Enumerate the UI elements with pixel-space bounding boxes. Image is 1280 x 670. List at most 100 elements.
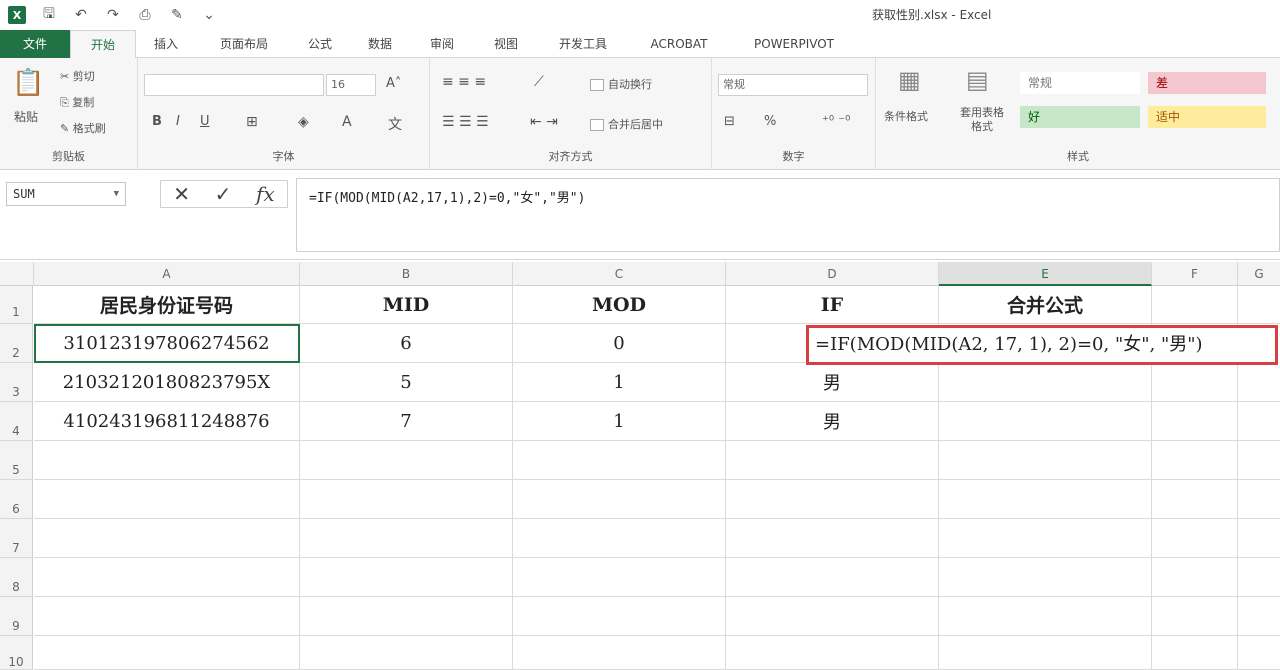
cell-a1[interactable]: 居民身份证号码 — [34, 286, 300, 324]
tab-review[interactable]: 审阅 — [420, 30, 464, 58]
cell-b5[interactable] — [300, 441, 513, 480]
style-bad[interactable]: 差 — [1148, 72, 1266, 94]
cell-g10[interactable] — [1238, 636, 1280, 670]
table-format-icon[interactable]: ▤ — [966, 66, 989, 94]
conditional-format-icon[interactable]: ▦ — [898, 66, 921, 94]
cell-d4[interactable]: 男 — [726, 402, 939, 441]
tab-page-layout[interactable]: 页面布局 — [206, 30, 282, 58]
cell-d7[interactable] — [726, 519, 939, 558]
cell-c8[interactable] — [513, 558, 726, 597]
cell-e1[interactable]: 合并公式 — [939, 286, 1152, 324]
cell-d10[interactable] — [726, 636, 939, 670]
style-good[interactable]: 好 — [1020, 106, 1140, 128]
row-header-3[interactable]: 3 — [0, 363, 33, 402]
format-painter-button[interactable]: ✎ 格式刷 — [60, 120, 106, 136]
cell-e9[interactable] — [939, 597, 1152, 636]
cell-a8[interactable] — [34, 558, 300, 597]
cell-b9[interactable] — [300, 597, 513, 636]
font-color-icon[interactable]: A — [342, 114, 352, 130]
cell-b4[interactable]: 7 — [300, 402, 513, 441]
cell-a7[interactable] — [34, 519, 300, 558]
column-header-d[interactable]: D — [726, 262, 939, 286]
chevron-down-icon[interactable]: ▼ — [114, 183, 119, 205]
tab-powerpivot[interactable]: POWERPIVOT — [738, 30, 850, 58]
cell-c5[interactable] — [513, 441, 726, 480]
wrap-text-button[interactable]: 自动换行 — [590, 76, 652, 92]
cell-c2[interactable]: 0 — [513, 324, 726, 363]
number-format-select[interactable]: 常规 — [718, 74, 868, 96]
cell-b1[interactable]: MID — [300, 286, 513, 324]
style-normal[interactable]: 常规 — [1020, 72, 1140, 94]
cell-c9[interactable] — [513, 597, 726, 636]
column-header-f[interactable]: F — [1152, 262, 1238, 286]
paste-icon[interactable]: 📋 — [12, 68, 44, 98]
tab-developer[interactable]: 开发工具 — [546, 30, 620, 58]
cell-g3[interactable] — [1238, 363, 1280, 402]
cell-a4[interactable]: 410243196811248876 — [34, 402, 300, 441]
row-header-10[interactable]: 10 — [0, 636, 33, 670]
cell-d1[interactable]: IF — [726, 286, 939, 324]
grow-font-icon[interactable]: A˄ — [386, 76, 401, 91]
cell-f8[interactable] — [1152, 558, 1238, 597]
cell-g8[interactable] — [1238, 558, 1280, 597]
cell-f10[interactable] — [1152, 636, 1238, 670]
underline-button[interactable]: U — [200, 114, 210, 129]
redo-icon[interactable]: ↷ — [104, 7, 122, 23]
cell-a5[interactable] — [34, 441, 300, 480]
fill-color-icon[interactable]: ◈ — [298, 114, 309, 130]
cell-f9[interactable] — [1152, 597, 1238, 636]
copy-button[interactable]: ⎘ 复制 — [60, 94, 94, 110]
cell-f3[interactable] — [1152, 363, 1238, 402]
cell-g5[interactable] — [1238, 441, 1280, 480]
tab-acrobat[interactable]: ACROBAT — [638, 30, 720, 58]
cell-d9[interactable] — [726, 597, 939, 636]
cell-g9[interactable] — [1238, 597, 1280, 636]
indent-icon[interactable]: ⇤ ⇥ — [530, 114, 558, 130]
formula-input[interactable]: =IF(MOD(MID(A2,17,1),2)=0,"女","男") — [296, 178, 1280, 252]
tab-home[interactable]: 开始 — [70, 30, 136, 59]
row-header-4[interactable]: 4 — [0, 402, 33, 441]
cell-e7[interactable] — [939, 519, 1152, 558]
align-top-icon[interactable]: ≡ ≡ ≡ — [442, 74, 486, 90]
align-left-icon[interactable]: ☰ ☰ ☰ — [442, 114, 489, 130]
cell-b3[interactable]: 5 — [300, 363, 513, 402]
tab-formulas[interactable]: 公式 — [298, 30, 342, 58]
border-icon[interactable]: ⊞ — [246, 114, 258, 130]
cell-d8[interactable] — [726, 558, 939, 597]
cell-b6[interactable] — [300, 480, 513, 519]
cell-f7[interactable] — [1152, 519, 1238, 558]
print-preview-icon[interactable]: ⎙ — [136, 7, 154, 23]
cell-c7[interactable] — [513, 519, 726, 558]
italic-button[interactable]: I — [176, 114, 180, 129]
row-header-8[interactable]: 8 — [0, 558, 33, 597]
row-header-7[interactable]: 7 — [0, 519, 33, 558]
bold-button[interactable]: B — [152, 114, 162, 129]
cell-b7[interactable] — [300, 519, 513, 558]
font-name-input[interactable] — [144, 74, 324, 96]
orientation-icon[interactable]: ⟋ — [534, 74, 544, 90]
tab-view[interactable]: 视图 — [484, 30, 528, 58]
cell-a9[interactable] — [34, 597, 300, 636]
cell-e6[interactable] — [939, 480, 1152, 519]
column-header-b[interactable]: B — [300, 262, 513, 286]
cell-d3[interactable]: 男 — [726, 363, 939, 402]
spelling-icon[interactable]: ✎ — [168, 7, 186, 23]
paste-button[interactable]: 粘贴 — [14, 108, 38, 125]
phonetic-icon[interactable]: 文 — [388, 114, 402, 134]
cell-c10[interactable] — [513, 636, 726, 670]
cell-f1[interactable] — [1152, 286, 1238, 324]
merge-center-button[interactable]: 合并后居中 — [590, 116, 663, 132]
cell-d5[interactable] — [726, 441, 939, 480]
name-box[interactable]: SUM ▼ — [6, 182, 126, 206]
decimal-icon[interactable]: ⁺⁰ ⁻⁰ — [822, 114, 850, 129]
accounting-icon[interactable]: ⊟ — [724, 114, 735, 129]
table-format-button[interactable]: 套用表格格式 — [958, 106, 1006, 134]
cell-g6[interactable] — [1238, 480, 1280, 519]
style-neutral[interactable]: 适中 — [1148, 106, 1266, 128]
cell-e5[interactable] — [939, 441, 1152, 480]
row-header-5[interactable]: 5 — [0, 441, 33, 480]
cell-d2-edit-formula[interactable]: =IF(MOD(MID(A2, 17, 1), 2)=0, "女", "男") — [806, 325, 1278, 365]
percent-button[interactable]: % — [764, 114, 776, 129]
conditional-format-button[interactable]: 条件格式 — [884, 108, 928, 124]
cell-g4[interactable] — [1238, 402, 1280, 441]
